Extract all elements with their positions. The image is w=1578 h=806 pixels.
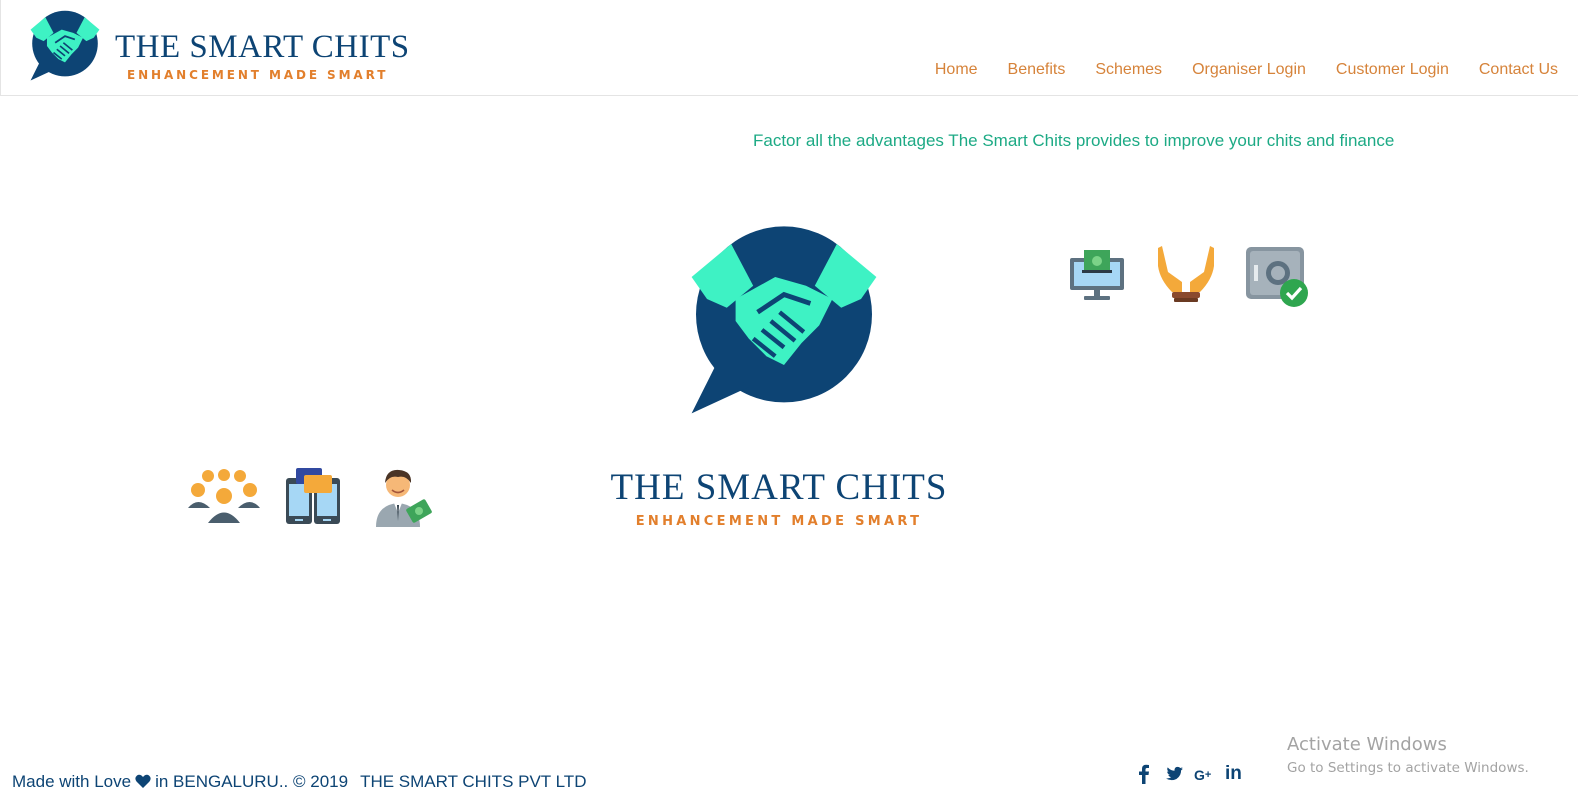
businessman-cash-icon bbox=[376, 469, 432, 527]
twitter-icon[interactable] bbox=[1164, 764, 1184, 789]
windows-activation-watermark: Activate Windows Go to Settings to activ… bbox=[1287, 734, 1529, 776]
mobile-chat-icon bbox=[286, 468, 340, 524]
linkedin-icon[interactable]: in bbox=[1225, 763, 1242, 785]
handshake-hero-icon bbox=[674, 208, 894, 434]
nav-customer-login[interactable]: Customer Login bbox=[1336, 61, 1449, 79]
watermark-subtitle: Go to Settings to activate Windows. bbox=[1287, 760, 1529, 776]
footer-location: in BENGALURU.. © 2019 bbox=[155, 772, 349, 791]
benefits-tagline: Factor all the advantages The Smart Chit… bbox=[753, 131, 1395, 150]
nav-benefits[interactable]: Benefits bbox=[1008, 61, 1066, 79]
facebook-icon[interactable] bbox=[1138, 764, 1150, 789]
watermark-title: Activate Windows bbox=[1287, 734, 1447, 755]
handshake-logo-icon bbox=[21, 5, 109, 87]
header-logo[interactable]: THE SMART CHITS ENHANCEMENT MADE SMART bbox=[21, 5, 421, 87]
site-header: THE SMART CHITS ENHANCEMENT MADE SMART H… bbox=[0, 0, 1578, 96]
heart-icon bbox=[135, 774, 151, 788]
computer-money-icon bbox=[1070, 250, 1124, 300]
nav-organiser-login[interactable]: Organiser Login bbox=[1192, 61, 1306, 79]
header-brand-name: THE SMART CHITS bbox=[115, 29, 410, 65]
hero-brand-tagline: ENHANCEMENT MADE SMART bbox=[635, 514, 923, 529]
nav-schemes[interactable]: Schemes bbox=[1095, 61, 1162, 79]
nav-contact-us[interactable]: Contact Us bbox=[1479, 61, 1558, 79]
main-nav: Home Benefits Schemes Organiser Login Cu… bbox=[935, 61, 1558, 79]
hero-brand-name: THE SMART CHITS bbox=[610, 467, 948, 508]
safe-lock-check-icon bbox=[1246, 247, 1308, 307]
footer-credit: Made with Love in BENGALURU.. © 2019 THE S… bbox=[12, 772, 586, 792]
header-brand-tagline: ENHANCEMENT MADE SMART bbox=[127, 68, 389, 82]
hero-logo: THE SMART CHITS ENHANCEMENT MADE SMART bbox=[604, 208, 954, 538]
helping-hands-icon bbox=[1158, 246, 1214, 302]
footer-made-with: Made with Love bbox=[12, 772, 132, 791]
group-people-icon bbox=[188, 469, 260, 523]
google-plus-icon[interactable]: G+ bbox=[1194, 767, 1211, 783]
footer-company: THE SMART CHITS PVT LTD bbox=[360, 772, 587, 791]
nav-home[interactable]: Home bbox=[935, 61, 978, 79]
